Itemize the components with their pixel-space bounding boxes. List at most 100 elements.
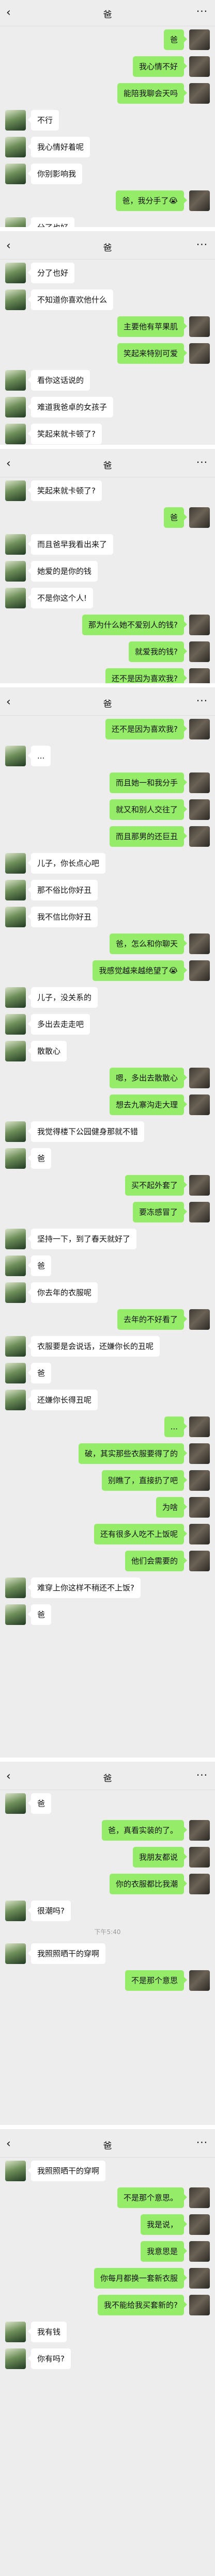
my-avatar[interactable]	[189, 799, 210, 820]
message-bubble[interactable]: 爸	[163, 507, 188, 528]
dad-avatar[interactable]	[5, 1282, 26, 1303]
message-bubble[interactable]: 我觉得楼下公园健身那就不错	[27, 1121, 145, 1142]
dad-avatar[interactable]	[5, 1943, 26, 1964]
my-avatar[interactable]	[189, 1847, 210, 1867]
more-dots-icon[interactable]: ···	[196, 2136, 208, 2149]
message-bubble[interactable]: 笑起来特别可爱	[117, 343, 188, 364]
message-bubble[interactable]: 就又和别人交往了	[109, 799, 188, 820]
message-bubble[interactable]: 买不起外套了	[125, 1175, 188, 1196]
message-bubble[interactable]: 还嫌你长得丑呢	[27, 1390, 98, 1410]
dad-avatar[interactable]	[5, 1363, 26, 1383]
message-bubble[interactable]: 破，其实那些衣服要得了的	[78, 1443, 188, 1464]
my-avatar[interactable]	[189, 960, 210, 981]
message-bubble[interactable]: 爸，我分手了😭	[116, 190, 187, 211]
my-avatar[interactable]	[189, 1551, 210, 1571]
my-avatar[interactable]	[189, 1874, 210, 1894]
message-bubble[interactable]: 难道我爸卓的女孩子	[27, 397, 114, 417]
message-bubble[interactable]: 我不能给我买套新的?	[98, 2295, 187, 2315]
my-avatar[interactable]	[189, 2241, 210, 2262]
message-bubble[interactable]: 爸	[27, 1604, 52, 1625]
my-avatar[interactable]	[189, 29, 210, 50]
dad-avatar[interactable]	[5, 1577, 26, 1598]
message-bubble[interactable]: 不知道你喜欢他什么	[27, 289, 114, 310]
message-bubble[interactable]: 你有吗?	[28, 2348, 71, 2369]
dad-avatar[interactable]	[5, 880, 26, 900]
my-avatar[interactable]	[189, 190, 210, 211]
my-avatar[interactable]	[189, 1202, 210, 1222]
message-bubble[interactable]: 不是那个意思	[125, 1970, 188, 1991]
dad-avatar[interactable]	[5, 2348, 26, 2369]
my-avatar[interactable]	[189, 826, 210, 847]
my-avatar[interactable]	[189, 668, 210, 683]
my-avatar[interactable]	[189, 2295, 210, 2315]
message-bubble[interactable]: 我照照晒干的穿啊	[27, 1943, 106, 1964]
message-bubble[interactable]: 嗯，多出去散散心	[109, 1068, 188, 1088]
more-dots-icon[interactable]: ···	[196, 695, 208, 707]
message-bubble[interactable]: 而且她一和我分手	[109, 772, 188, 793]
my-avatar[interactable]	[189, 1524, 210, 1544]
message-bubble[interactable]: 坚持一下，到了春天就好了	[27, 1229, 137, 1249]
message-bubble[interactable]: 就爱我的钱?	[129, 641, 187, 662]
my-avatar[interactable]	[189, 2268, 210, 2289]
message-bubble[interactable]: 你每月都换一套新衣服	[94, 2268, 188, 2289]
message-bubble[interactable]: 衣服要是会说话，还嫌你长的丑呢	[27, 1336, 160, 1357]
my-avatar[interactable]	[189, 719, 210, 739]
dad-avatar[interactable]	[5, 263, 26, 283]
my-avatar[interactable]	[189, 1416, 210, 1437]
dad-avatar[interactable]	[5, 370, 26, 391]
message-bubble[interactable]: 想去九寨沟走大理	[109, 1094, 188, 1115]
message-bubble[interactable]: 爸	[163, 29, 188, 50]
my-avatar[interactable]	[189, 772, 210, 793]
dad-avatar[interactable]	[5, 164, 26, 184]
more-dots-icon[interactable]: ···	[196, 5, 208, 18]
my-avatar[interactable]	[189, 1470, 210, 1491]
more-dots-icon[interactable]: ···	[196, 1769, 208, 1781]
message-bubble[interactable]: 去年的不好看了	[117, 1309, 188, 1330]
message-bubble[interactable]: 笑起来就卡顿了?	[28, 480, 102, 501]
message-bubble[interactable]: 爸	[27, 1255, 52, 1276]
message-bubble[interactable]: 儿子，你长点心吧	[27, 853, 106, 874]
message-bubble[interactable]: 你去年的衣服呢	[27, 1282, 98, 1303]
message-bubble[interactable]: 那为什么她不爱别人的钱?	[82, 615, 187, 635]
my-avatar[interactable]	[189, 1309, 210, 1330]
message-bubble[interactable]: 散散心	[27, 1041, 67, 1061]
my-avatar[interactable]	[189, 1970, 210, 1991]
dad-avatar[interactable]	[5, 137, 26, 157]
message-bubble[interactable]: ...	[27, 746, 51, 766]
my-avatar[interactable]	[189, 615, 210, 635]
message-bubble[interactable]: 别瞧了，直接扔了吧	[101, 1470, 188, 1491]
dad-avatar[interactable]	[5, 746, 26, 766]
message-bubble[interactable]: 爸，真看实装的了。	[101, 1820, 188, 1841]
dad-avatar[interactable]	[5, 1390, 26, 1410]
my-avatar[interactable]	[189, 641, 210, 662]
dad-avatar[interactable]	[5, 1041, 26, 1061]
my-avatar[interactable]	[189, 83, 210, 104]
dad-avatar[interactable]	[5, 1336, 26, 1357]
message-bubble[interactable]: 我是说，	[140, 2214, 188, 2235]
dad-avatar[interactable]	[5, 480, 26, 501]
message-bubble[interactable]: 我心情不好	[132, 56, 188, 77]
message-bubble[interactable]: 儿子，没关系的	[27, 987, 98, 1008]
message-bubble[interactable]: 还有很多人吃不上饭呢	[94, 1524, 188, 1544]
dad-avatar[interactable]	[5, 1793, 26, 1814]
my-avatar[interactable]	[189, 1497, 210, 1518]
message-bubble[interactable]: ...	[164, 1416, 188, 1437]
message-bubble[interactable]: 她爱的是你的钱	[27, 561, 98, 582]
message-bubble[interactable]: 而且爸早我看出来了	[27, 534, 114, 555]
message-bubble[interactable]: 我照照晒干的穿啊	[27, 2161, 106, 2181]
dad-avatar[interactable]	[5, 2161, 26, 2181]
my-avatar[interactable]	[189, 2187, 210, 2208]
message-bubble[interactable]: 为啥	[156, 1497, 188, 1518]
dad-avatar[interactable]	[5, 217, 26, 227]
dad-avatar[interactable]	[5, 289, 26, 310]
my-avatar[interactable]	[189, 56, 210, 77]
dad-avatar[interactable]	[5, 588, 26, 608]
message-bubble[interactable]: 能陪我聊会天吗	[117, 83, 188, 104]
my-avatar[interactable]	[189, 343, 210, 364]
message-bubble[interactable]: 笑起来就卡顿了?	[28, 424, 102, 444]
message-bubble[interactable]: 我有钱	[27, 2322, 67, 2342]
message-bubble[interactable]: 爸	[27, 1148, 52, 1169]
dad-avatar[interactable]	[5, 1901, 26, 1921]
dad-avatar[interactable]	[5, 1604, 26, 1625]
message-bubble[interactable]: 我不信比你好丑	[27, 907, 98, 927]
